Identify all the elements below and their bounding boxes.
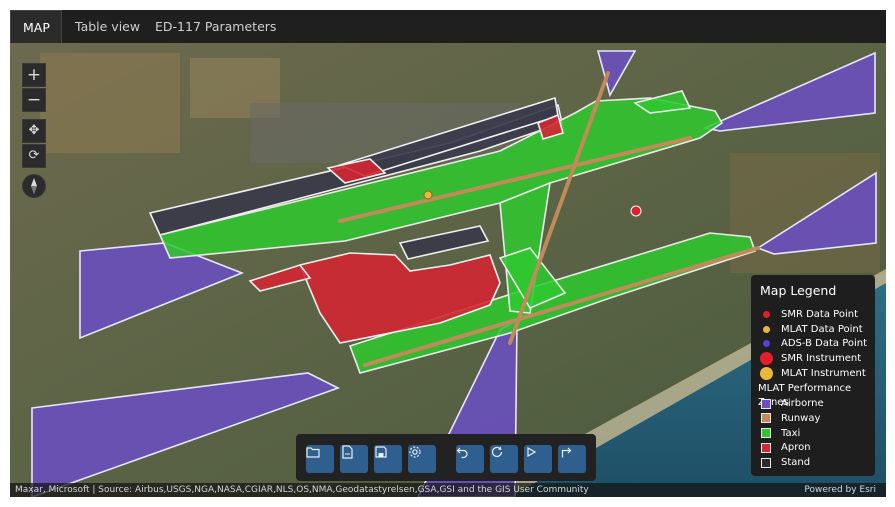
zoom-out-button[interactable]: − — [22, 88, 46, 112]
map-legend: Map Legend SMR Data Point MLAT Data Poin… — [751, 275, 875, 476]
legend-title: Map Legend — [760, 283, 837, 298]
settings-button[interactable] — [408, 445, 436, 473]
map-attribution: Maxar, Microsoft | Source: Airbus,USGS,N… — [10, 483, 886, 497]
powered-by-esri-link[interactable]: Powered by Esri — [804, 483, 876, 497]
playback-toolbar — [296, 434, 596, 481]
undo-icon — [456, 447, 468, 459]
open-folder-button[interactable] — [306, 445, 334, 473]
save-icon — [375, 446, 387, 458]
legend-label: Airborne — [781, 398, 824, 410]
legend-label: MLAT Data Point — [781, 323, 863, 335]
redo-button[interactable] — [558, 445, 586, 473]
tab-ed117-parameters[interactable]: ED-117 Parameters — [143, 10, 288, 43]
legend-label: ADS-B Data Point — [781, 338, 868, 350]
legend-item-runway: Runway — [758, 411, 875, 426]
farm-fields — [40, 53, 180, 153]
redo-icon — [561, 447, 572, 458]
folder-icon — [306, 447, 320, 458]
legend-item-taxi: Taxi — [758, 426, 875, 441]
legend-label: Taxi — [781, 427, 801, 439]
legend-label: Apron — [781, 442, 811, 454]
legend-label: MLAT Instrument — [781, 367, 866, 379]
play-button[interactable] — [524, 445, 552, 473]
legend-label: SMR Instrument — [781, 352, 862, 364]
map-view[interactable]: + − ✥ ⟳ Map Legend SMR Data Point MLAT D… — [10, 43, 886, 497]
rotate-icon[interactable]: ⟳ — [22, 144, 46, 168]
legend-label: Runway — [781, 412, 821, 424]
legend-item-mlat-data-point: MLAT Data Point — [758, 322, 875, 337]
compass-icon[interactable] — [22, 174, 46, 198]
legend-zones-heading: MLAT Performance Zones — [758, 383, 852, 409]
restart-button[interactable] — [490, 445, 518, 473]
legend-item-smr-data-point: SMR Data Point — [758, 307, 875, 322]
play-icon — [527, 446, 537, 458]
legend-item-smr-instrument: SMR Instrument — [758, 351, 875, 366]
undo-button[interactable] — [456, 445, 484, 473]
tab-table-view[interactable]: Table view — [63, 10, 152, 43]
legend-label: Stand — [781, 457, 811, 469]
pan-icon[interactable]: ✥ — [22, 119, 46, 143]
mlat-data-point[interactable] — [423, 190, 433, 200]
tab-map[interactable]: MAP — [10, 10, 62, 43]
application-window: MAP Table view ED-117 Parameters + − ✥ ⟳… — [10, 10, 886, 497]
legend-label: SMR Data Point — [781, 308, 858, 320]
legend-item-mlat-instrument: MLAT Instrument — [758, 366, 875, 381]
legend-item-apron: Apron — [758, 441, 875, 456]
save-button[interactable] — [374, 445, 402, 473]
import-csv-button[interactable] — [340, 445, 368, 473]
legend-item-adsb-data-point: ADS-B Data Point — [758, 336, 875, 351]
restart-icon — [491, 446, 503, 458]
tab-bar: MAP Table view ED-117 Parameters — [10, 10, 886, 44]
attribution-source: Maxar, Microsoft | Source: Airbus,USGS,N… — [15, 485, 589, 495]
csv-file-icon — [342, 445, 353, 459]
zoom-in-button[interactable]: + — [22, 63, 46, 87]
smr-data-point[interactable] — [630, 205, 642, 217]
settings-icon — [409, 446, 421, 458]
legend-item-stand: Stand — [758, 455, 875, 470]
